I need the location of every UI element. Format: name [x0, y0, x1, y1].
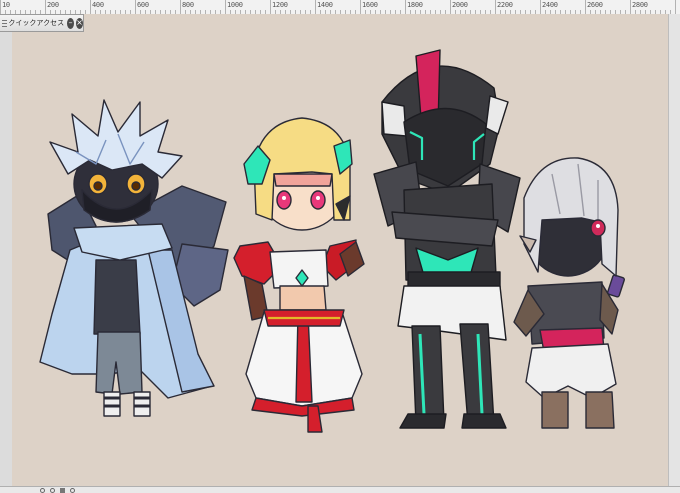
- rotate-icon[interactable]: [70, 487, 75, 493]
- ruler-label: 2600: [587, 1, 603, 9]
- quick-access-panel[interactable]: クイックアクセス – ×: [0, 14, 84, 32]
- ruler-label: 600: [137, 1, 149, 9]
- ruler-label: 1800: [407, 1, 423, 9]
- ruler-label: 2800: [632, 1, 648, 9]
- ruler-label: 2000: [452, 1, 468, 9]
- ruler-label: 1600: [362, 1, 378, 9]
- minimize-icon[interactable]: –: [67, 17, 75, 29]
- zoom-out-icon[interactable]: [40, 487, 45, 493]
- quick-access-title: クイックアクセス: [8, 19, 65, 27]
- fit-view-icon[interactable]: [60, 487, 65, 493]
- character-blonde-red-dress: [233, 117, 365, 433]
- ruler-label: 10: [2, 1, 10, 9]
- vertical-scrollbar[interactable]: [668, 14, 680, 486]
- ruler-label: 800: [182, 1, 194, 9]
- horizontal-ruler: 10 200 400 600 800 1000 1200 1400 1600 1800 2000 22…: [0, 0, 680, 15]
- ruler-label: 200: [47, 1, 59, 9]
- character-grey-hair-masked: [513, 157, 625, 429]
- zoom-in-icon[interactable]: [50, 487, 55, 493]
- ruler-label: 1000: [227, 1, 243, 9]
- close-icon[interactable]: ×: [76, 17, 83, 29]
- ruler-label: 1400: [317, 1, 333, 9]
- ruler-label: 1200: [272, 1, 288, 9]
- ruler-labels: 10 200 400 600 800 1000 1200 1400 1600 1800 2000 22…: [0, 0, 680, 14]
- grip-icon[interactable]: [1, 17, 7, 29]
- status-bar: [0, 486, 680, 493]
- ruler-label: 400: [92, 1, 104, 9]
- ruler-label: 2200: [497, 1, 513, 9]
- character-armored-robot: [373, 49, 521, 429]
- ruler-label: 2400: [542, 1, 558, 9]
- character-silver-hair-coat: [39, 99, 229, 417]
- drawing-canvas[interactable]: [12, 14, 668, 486]
- character-illustration: [39, 49, 625, 433]
